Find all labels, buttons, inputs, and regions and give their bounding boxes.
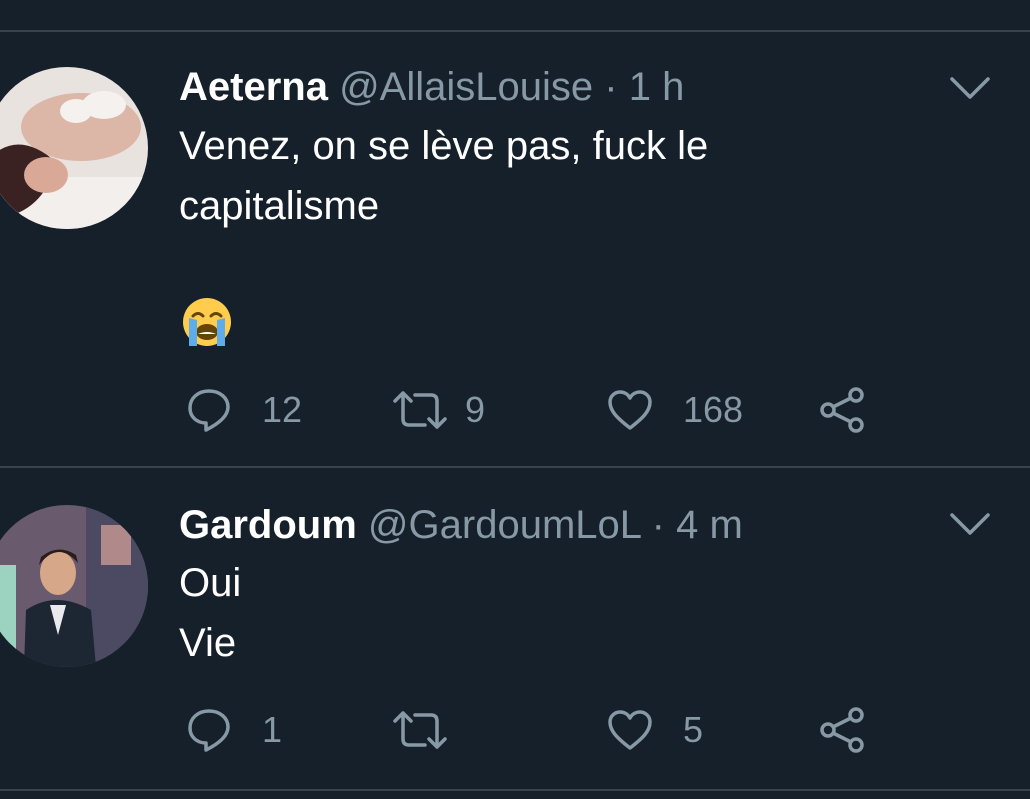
display-name[interactable]: Gardoum: [179, 503, 357, 547]
retweet-button[interactable]: 9: [393, 385, 485, 435]
user-handle[interactable]: @AllaisLouise: [339, 65, 593, 109]
loudly-crying-face-icon: [183, 298, 231, 346]
tweet-header: Aeterna @AllaisLouise · 1 h: [179, 63, 684, 111]
share-button[interactable]: [818, 385, 866, 435]
bottom-divider: [0, 789, 1030, 791]
tweet-actions: 12 9 168: [0, 385, 1030, 435]
reply-count: 1: [262, 709, 283, 750]
avatar-gardoum[interactable]: [0, 505, 148, 667]
tweet-text-line: capitalisme: [179, 184, 380, 228]
share-icon: [820, 707, 864, 753]
reply-button[interactable]: 12: [186, 385, 302, 435]
tweet-text-line: Oui: [179, 561, 242, 605]
like-count: 168: [683, 389, 744, 430]
chevron-down-icon[interactable]: [948, 509, 992, 539]
share-button[interactable]: [818, 705, 866, 755]
tweet-text: Venez, on se lève pas, fuck le capitalis…: [179, 116, 708, 236]
tweet-actions: 1 5: [0, 705, 1030, 755]
timestamp[interactable]: 4 m: [676, 503, 743, 547]
separator: ·: [604, 65, 618, 109]
avatar-aeterna-image: [0, 67, 148, 229]
tweet-text-line: Vie: [179, 621, 237, 665]
like-button[interactable]: 5: [607, 705, 703, 755]
tweet-text: Oui Vie: [179, 553, 241, 673]
separator: ·: [651, 503, 665, 547]
reply-button[interactable]: 1: [186, 705, 282, 755]
top-divider: [0, 30, 1030, 32]
display-name[interactable]: Aeterna: [179, 65, 328, 109]
retweet-icon: [393, 391, 447, 429]
share-icon: [820, 387, 864, 433]
retweet-count: 9: [465, 389, 486, 430]
tweet-divider: [0, 466, 1030, 468]
chevron-down-icon[interactable]: [948, 73, 992, 103]
heart-icon: [608, 710, 652, 750]
tweet-header: Gardoum @GardoumLoL · 4 m: [179, 501, 743, 549]
like-button[interactable]: 168: [607, 385, 743, 435]
retweet-button[interactable]: [393, 705, 465, 755]
tweet-text-line: Venez, on se lève pas, fuck le: [179, 124, 709, 168]
reply-count: 12: [262, 389, 303, 430]
heart-icon: [608, 390, 652, 430]
avatar-gardoum-image: [0, 505, 148, 667]
timestamp[interactable]: 1 h: [629, 65, 685, 109]
reply-bubble-icon: [188, 389, 230, 432]
like-count: 5: [683, 709, 704, 750]
avatar-aeterna[interactable]: [0, 67, 148, 229]
retweet-icon: [393, 711, 447, 749]
user-handle[interactable]: @GardoumLoL: [368, 503, 641, 547]
reply-bubble-icon: [188, 709, 230, 752]
